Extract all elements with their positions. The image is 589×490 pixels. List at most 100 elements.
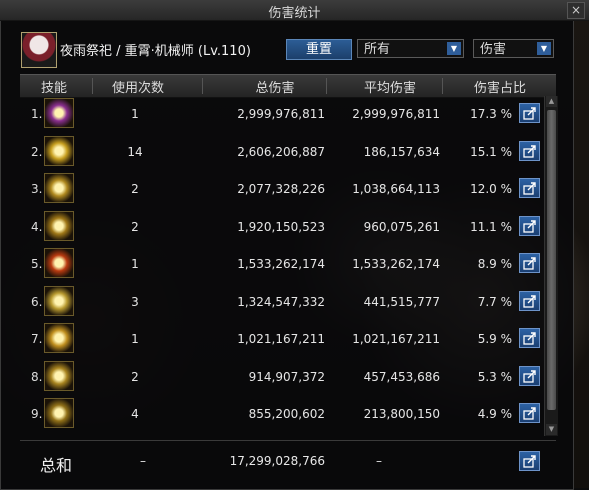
row-total-damage: 914,907,372 bbox=[248, 369, 325, 384]
row-total-damage: 855,200,602 bbox=[248, 407, 325, 421]
share-icon bbox=[523, 332, 536, 345]
row-total-damage: 2,077,328,226 bbox=[237, 182, 325, 196]
share-icon bbox=[523, 182, 536, 195]
total-uses: – bbox=[140, 454, 146, 468]
column-total: 总伤害 bbox=[255, 81, 295, 96]
column-share: 伤害占比 bbox=[473, 81, 526, 96]
table-row: 8. 2 914,907,372 457,453,686 5.3 % bbox=[20, 359, 556, 393]
total-label: 总和 bbox=[40, 456, 73, 475]
share-button[interactable] bbox=[519, 215, 540, 236]
reset-button[interactable]: 重置 bbox=[286, 39, 352, 60]
skill-icon bbox=[44, 98, 74, 128]
column-divider bbox=[92, 78, 93, 94]
row-rank: 8. bbox=[31, 369, 43, 384]
character-avatar bbox=[21, 32, 57, 68]
row-uses: 2 bbox=[131, 369, 139, 384]
scroll-down-button[interactable]: ▼ bbox=[546, 424, 557, 435]
row-uses: 3 bbox=[131, 294, 139, 309]
row-average-damage: 186,157,634 bbox=[363, 144, 440, 159]
character-header: 夜雨祭祀 / 重霄·机械师 (Lv.110) 重置 所有 ▼ 伤害 ▼ bbox=[18, 30, 566, 70]
row-damage-share: 7.7 % bbox=[477, 294, 512, 309]
row-damage-share: 4.9 % bbox=[477, 407, 512, 421]
share-button[interactable] bbox=[519, 403, 540, 423]
row-average-damage: 1,533,262,174 bbox=[352, 257, 440, 271]
row-uses: 2 bbox=[131, 219, 139, 234]
row-total-damage: 1,920,150,523 bbox=[237, 219, 325, 234]
share-button[interactable] bbox=[519, 451, 540, 471]
row-rank: 4. bbox=[31, 219, 43, 234]
row-damage-share: 12.0 % bbox=[470, 182, 512, 196]
share-button[interactable] bbox=[519, 328, 540, 348]
table-row: 9. 4 855,200,602 213,800,150 4.9 % bbox=[20, 396, 556, 430]
share-icon bbox=[523, 294, 536, 308]
total-damage: 17,299,028,766 bbox=[229, 454, 325, 468]
type-select-value: 伤害 bbox=[480, 42, 507, 57]
share-icon bbox=[523, 455, 536, 468]
table-row: 4. 2 1,920,150,523 960,075,261 11.1 % bbox=[20, 209, 556, 243]
row-average-damage: 457,453,686 bbox=[363, 369, 440, 384]
row-damage-share: 5.9 % bbox=[477, 332, 512, 346]
row-damage-share: 5.3 % bbox=[477, 369, 512, 384]
scroll-up-button[interactable]: ▲ bbox=[546, 96, 557, 107]
window-title: 伤害统计 bbox=[268, 6, 321, 21]
close-button[interactable]: × bbox=[567, 2, 585, 19]
filter-select[interactable]: 所有 ▼ bbox=[357, 39, 464, 58]
column-divider bbox=[326, 78, 327, 94]
scrollbar[interactable]: ▲ ▼ bbox=[544, 96, 558, 436]
skill-icon bbox=[44, 210, 74, 241]
column-average: 平均伤害 bbox=[363, 81, 416, 96]
share-icon bbox=[523, 257, 536, 270]
share-button[interactable] bbox=[519, 178, 540, 198]
table-header: 技能 使用次数 总伤害 平均伤害 伤害占比 bbox=[20, 74, 556, 98]
share-icon bbox=[523, 107, 536, 120]
scroll-thumb[interactable] bbox=[547, 110, 556, 410]
row-total-damage: 1,021,167,211 bbox=[237, 332, 325, 346]
row-damage-share: 8.9 % bbox=[477, 257, 512, 271]
row-average-damage: 1,038,664,113 bbox=[352, 182, 440, 196]
row-total-damage: 1,324,547,332 bbox=[237, 294, 325, 309]
skill-icon bbox=[44, 398, 74, 428]
total-average: – bbox=[376, 454, 382, 468]
share-button[interactable] bbox=[519, 253, 540, 273]
row-total-damage: 1,533,262,174 bbox=[237, 257, 325, 271]
row-rank: 7. bbox=[31, 332, 43, 346]
row-average-damage: 1,021,167,211 bbox=[352, 332, 440, 346]
skill-table: 1. 1 2,999,976,811 2,999,976,811 17.3 % 2. 14 2… bbox=[20, 96, 556, 436]
row-rank: 5. bbox=[31, 257, 43, 271]
column-divider bbox=[442, 78, 443, 94]
row-uses: 2 bbox=[131, 182, 139, 196]
table-row: 2. 14 2,606,206,887 186,157,634 15.1 % bbox=[20, 134, 556, 168]
row-rank: 3. bbox=[31, 182, 43, 196]
row-total-damage: 2,606,206,887 bbox=[237, 144, 325, 159]
skill-icon bbox=[44, 323, 74, 353]
title-bar[interactable]: 伤害统计 × bbox=[0, 0, 589, 21]
row-uses: 1 bbox=[131, 332, 139, 346]
share-icon bbox=[523, 144, 536, 158]
share-button[interactable] bbox=[519, 290, 540, 311]
row-rank: 2. bbox=[31, 144, 43, 159]
row-uses: 14 bbox=[127, 144, 143, 159]
row-rank: 6. bbox=[31, 294, 43, 309]
row-uses: 1 bbox=[131, 107, 139, 121]
column-divider bbox=[202, 78, 203, 94]
row-total-damage: 2,999,976,811 bbox=[237, 107, 325, 121]
skill-icon bbox=[44, 285, 74, 316]
share-button[interactable] bbox=[519, 365, 540, 386]
column-uses: 使用次数 bbox=[111, 81, 164, 96]
row-uses: 1 bbox=[131, 257, 139, 271]
row-average-damage: 960,075,261 bbox=[363, 219, 440, 234]
column-skill: 技能 bbox=[40, 81, 67, 96]
row-uses: 4 bbox=[131, 407, 139, 421]
row-average-damage: 441,515,777 bbox=[363, 294, 440, 309]
type-select[interactable]: 伤害 ▼ bbox=[473, 39, 554, 58]
share-button[interactable] bbox=[519, 103, 540, 123]
skill-icon bbox=[44, 173, 74, 203]
table-row: 1. 1 2,999,976,811 2,999,976,811 17.3 % bbox=[20, 96, 556, 130]
chevron-down-icon: ▼ bbox=[447, 42, 461, 55]
row-rank: 1. bbox=[31, 107, 43, 121]
skill-icon bbox=[44, 135, 74, 166]
share-button[interactable] bbox=[519, 140, 540, 161]
share-icon bbox=[523, 369, 536, 383]
row-rank: 9. bbox=[31, 407, 43, 421]
table-row: 6. 3 1,324,547,332 441,515,777 7.7 % bbox=[20, 284, 556, 318]
